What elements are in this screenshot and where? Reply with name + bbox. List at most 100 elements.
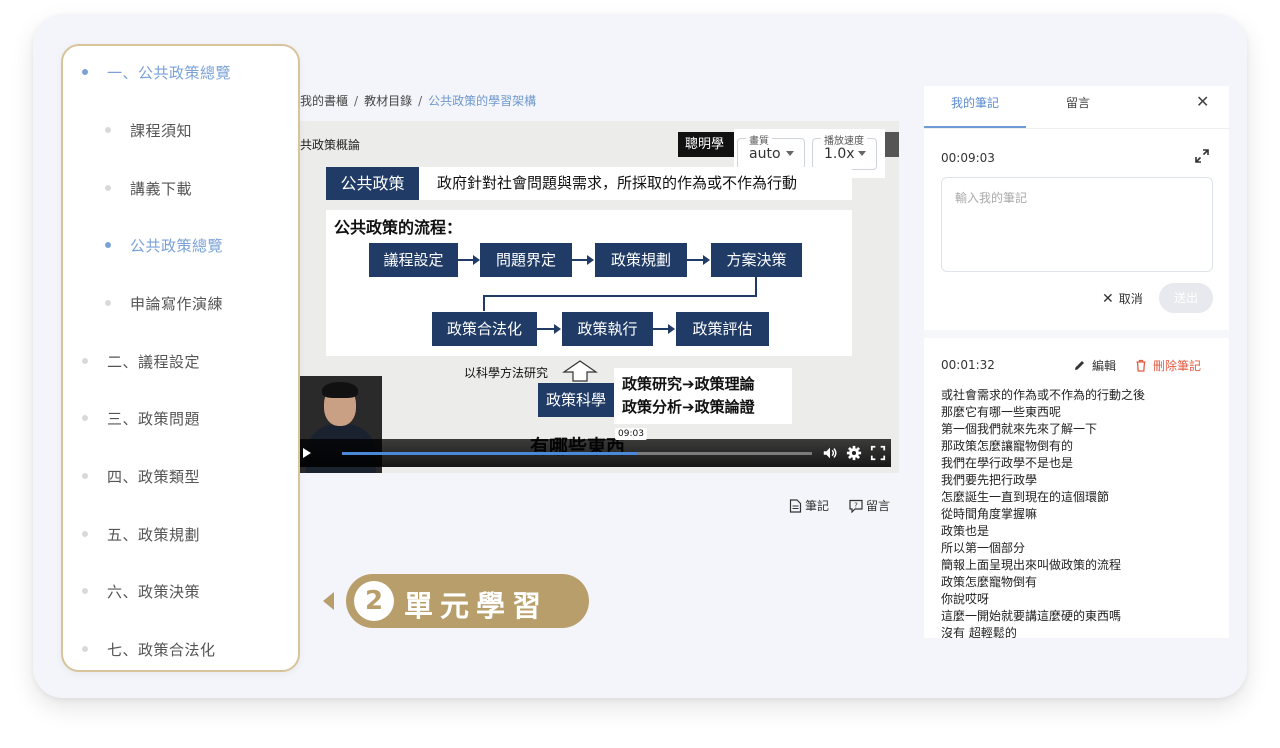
breadcrumb-current: 公共政策的學習架構 xyxy=(428,94,537,108)
flow-step: 政策執行 xyxy=(562,312,653,346)
tab-comments[interactable]: 留言 xyxy=(1066,94,1090,111)
note-line: 怎麼誕生一直到現在的這個環節 xyxy=(941,490,1110,504)
sidebar-item-label: 六、政策決策 xyxy=(107,582,201,601)
cancel-button[interactable]: ✕ 取消 xyxy=(1102,290,1143,307)
edit-label: 編輯 xyxy=(1092,359,1117,373)
expand-icon[interactable] xyxy=(1194,148,1210,164)
note-line: 那政策怎麼讓寵物倒有的 xyxy=(941,439,1074,453)
science-note: 以科學方法研究 xyxy=(464,366,549,380)
sidebar-item[interactable]: 五、政策規劃 xyxy=(63,514,298,554)
sidebar-item-label: 五、政策規劃 xyxy=(107,525,201,544)
badge-text: 單元學習 xyxy=(404,589,549,623)
flow-step: 政策合法化 xyxy=(432,312,537,346)
fullscreen-icon[interactable] xyxy=(870,444,886,462)
tab-active-underline xyxy=(924,126,1026,128)
comments-link-label: 留言 xyxy=(866,499,891,513)
note-line: 政策怎麼寵物倒有 xyxy=(941,575,1038,589)
cancel-label: 取消 xyxy=(1118,292,1143,306)
flow-connector xyxy=(755,277,757,296)
delete-label: 刪除筆記 xyxy=(1153,359,1202,373)
note-current-time: 00:09:03 xyxy=(941,151,995,165)
breadcrumb: 我的書櫃 / 教材目錄 / 公共政策的學習架構 xyxy=(300,92,536,109)
notes-link-label: 筆記 xyxy=(805,499,830,513)
play-icon[interactable] xyxy=(302,447,312,459)
sidebar-item[interactable]: 公共政策總覽 xyxy=(63,225,298,265)
sidebar-item-label: 七、政策合法化 xyxy=(107,640,216,659)
flow-connector xyxy=(483,295,485,311)
course-sidebar: 一、公共政策總覽課程須知講義下載公共政策總覽 申論寫作演練二、議程設定 三、政策問題… xyxy=(61,44,300,672)
note-line: 政策也是 xyxy=(941,524,990,538)
sidebar-item-label: 四、政策類型 xyxy=(107,467,201,486)
breadcrumb-bookshelf[interactable]: 我的書櫃 xyxy=(300,92,348,109)
slide-tag: 共政策概論 xyxy=(300,138,361,152)
sidebar-item[interactable]: 一、公共政策總覽 xyxy=(63,52,298,92)
bullet-dot-icon xyxy=(82,415,88,421)
badge-number: 2 xyxy=(354,581,394,621)
comments-link[interactable]: ? 留言 xyxy=(849,497,890,514)
sidebar-item[interactable]: 七、政策合法化 xyxy=(63,629,298,669)
slide-definition: 政府針對社會問題與需求，所採取的作為或不作為行動 xyxy=(419,167,852,200)
delete-button[interactable]: 刪除筆記 xyxy=(1135,357,1201,374)
note-line: 你說哎呀 xyxy=(941,592,990,606)
tab-my-notes[interactable]: 我的筆記 xyxy=(951,94,999,111)
badge-pointer xyxy=(323,592,334,610)
gear-icon[interactable] xyxy=(846,444,862,462)
flow-step: 議程設定 xyxy=(369,243,458,277)
flow-arrow xyxy=(572,255,594,265)
bullet-dot-icon xyxy=(105,300,111,306)
breadcrumb-separator: / xyxy=(354,93,359,108)
bullet-dot-icon xyxy=(82,69,88,75)
note-line: 那麼它有哪一些東西呢 xyxy=(941,405,1062,419)
sidebar-item-label: 申論寫作演練 xyxy=(130,294,224,313)
flow-arrow xyxy=(687,255,710,265)
note-line: 或社會需求的作為或不作為的行動之後 xyxy=(941,388,1146,402)
bullet-dot-icon xyxy=(105,242,111,248)
note-line: 從時間角度掌握嘛 xyxy=(941,507,1038,521)
bullet-dot-icon xyxy=(82,588,88,594)
send-button[interactable]: 送出 xyxy=(1159,283,1213,313)
sidebar-item-label: 三、政策問題 xyxy=(107,409,201,428)
sidebar-item[interactable]: 二、議程設定 xyxy=(63,341,298,381)
bullet-dot-icon xyxy=(82,358,88,364)
bullet-dot-icon xyxy=(105,185,111,191)
science-term: 政策科學 xyxy=(538,383,614,417)
panel-divider xyxy=(924,330,1229,338)
close-icon: ✕ xyxy=(1102,290,1114,307)
sidebar-item[interactable]: 申論寫作演練 xyxy=(63,283,298,323)
up-arrow-icon xyxy=(562,360,598,382)
flow-connector xyxy=(483,295,757,297)
flow-diagram: 公共政策的流程： 議程設定 問題界定 政策規劃 方案決策 政策合法化 政策執行 … xyxy=(326,210,852,356)
close-icon[interactable]: ✕ xyxy=(1196,92,1209,111)
note-line: 沒有 超輕鬆的 xyxy=(941,626,1017,638)
sidebar-item[interactable]: 課程須知 xyxy=(63,110,298,150)
video-player[interactable]: 共政策概論 聰明學習 畫質 auto 播放速度 1.0x 公共政策 政府針對社會… xyxy=(300,121,899,473)
sidebar-item-label: 二、議程設定 xyxy=(107,352,201,371)
bullet-dot-icon xyxy=(82,646,88,652)
note-line: 第一個我們就來先來了解一下 xyxy=(941,422,1098,436)
sidebar-item-label: 一、公共政策總覽 xyxy=(107,63,232,82)
sidebar-item[interactable]: 四、政策類型 xyxy=(63,456,298,496)
flow-arrow xyxy=(458,255,480,265)
brand-chip: 聰明學習 xyxy=(678,132,734,157)
slide-term: 公共政策 xyxy=(326,167,419,200)
sidebar-item[interactable]: 三、政策問題 xyxy=(63,398,298,438)
science-line: 政策研究➔政策理論 xyxy=(622,375,755,393)
science-line: 政策分析➔政策論證 xyxy=(622,398,755,416)
saved-note-time[interactable]: 00:01:32 xyxy=(941,358,995,372)
breadcrumb-catalog[interactable]: 教材目錄 xyxy=(364,92,412,109)
sidebar-item[interactable]: 講義下載 xyxy=(63,168,298,208)
unit-badge: 2 單元學習 xyxy=(346,574,589,628)
note-input[interactable]: 輸入我的筆記 xyxy=(941,177,1213,272)
pencil-icon xyxy=(1075,361,1084,370)
chevron-down-icon xyxy=(858,151,866,156)
trash-icon xyxy=(1136,359,1146,372)
volume-icon[interactable] xyxy=(822,444,838,462)
sidebar-item-label: 公共政策總覽 xyxy=(130,236,224,255)
brand-chip-edge xyxy=(884,132,899,157)
sidebar-item[interactable]: 六、政策決策 xyxy=(63,571,298,611)
progress-bar[interactable] xyxy=(342,452,812,455)
edit-button[interactable]: 編輯 xyxy=(1073,357,1116,374)
notes-panel: 我的筆記 留言 ✕ 00:09:03 輸入我的筆記 ✕ 取消 送出 00:01:… xyxy=(924,86,1229,638)
svg-text:?: ? xyxy=(854,501,858,509)
notes-link[interactable]: 筆記 xyxy=(789,497,829,514)
